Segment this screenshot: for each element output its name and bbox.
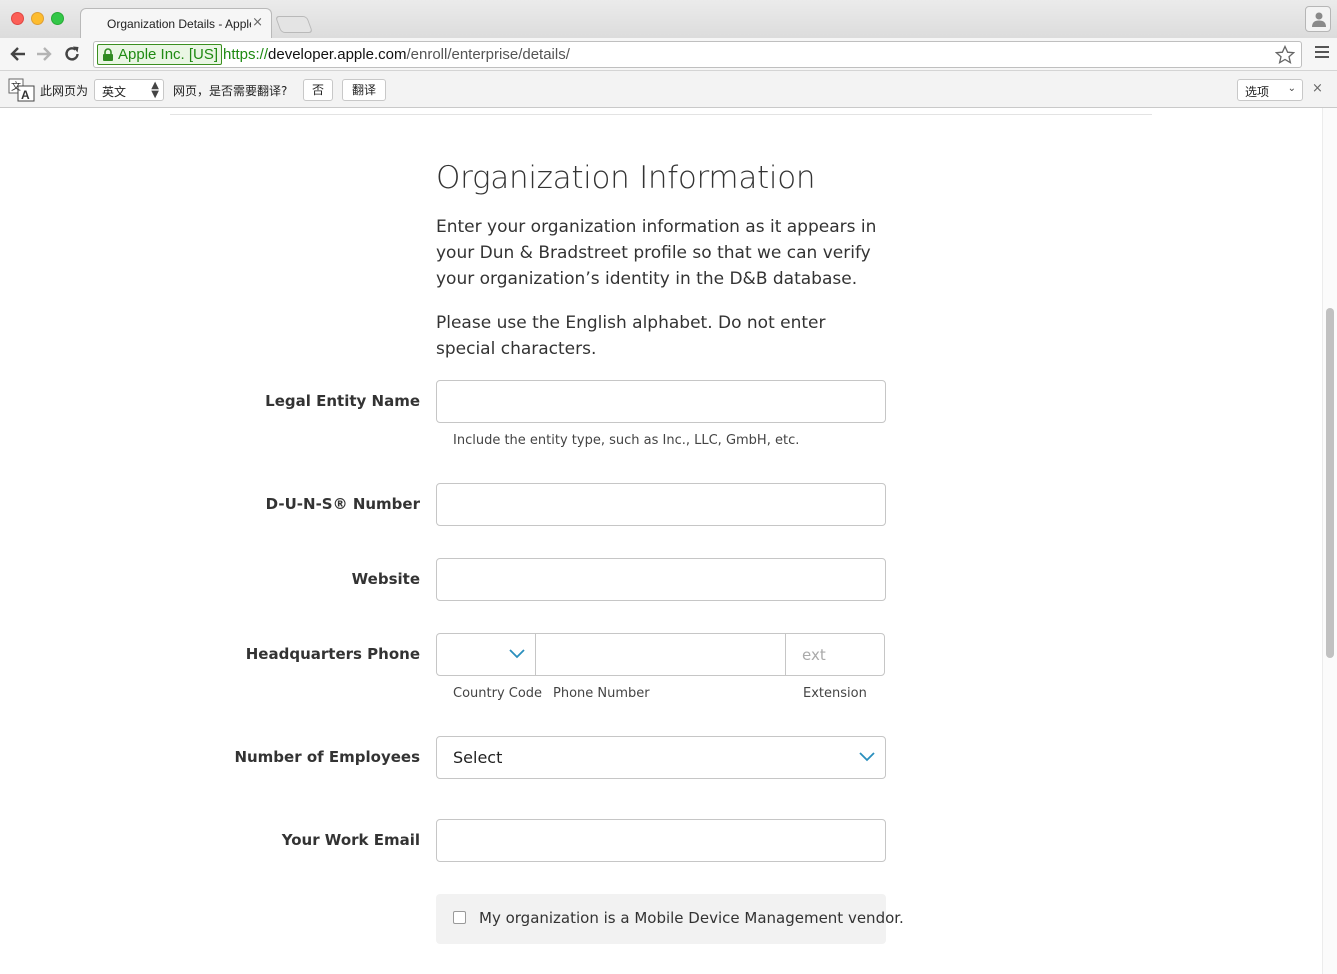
translate-options-label: 选项: [1245, 85, 1270, 99]
scrollbar-thumb[interactable]: [1326, 308, 1334, 658]
intro-paragraph: Enter your organization information as i…: [436, 217, 877, 289]
svg-text:A: A: [21, 88, 30, 102]
window-close-button[interactable]: [11, 12, 24, 25]
user-icon: [1312, 12, 1326, 27]
window-minimize-button[interactable]: [31, 12, 44, 25]
duns-label: D-U-N-S® Number: [265, 495, 420, 513]
phone-extension-placeholder: ext: [802, 646, 826, 664]
reload-icon[interactable]: [62, 44, 82, 64]
select-arrows-icon: ▲ ▼: [151, 80, 159, 100]
back-arrow-icon[interactable]: [8, 44, 28, 64]
url-scheme: https://: [223, 46, 269, 63]
employees-select-value: Select: [453, 748, 503, 767]
translate-close-icon[interactable]: ×: [1312, 81, 1323, 96]
browser-menu-icon[interactable]: [1315, 46, 1329, 60]
country-code-caption: Country Code: [453, 686, 543, 701]
translate-page-is-label: 此网页为: [40, 84, 89, 98]
website-label: Website: [351, 570, 420, 588]
work-email-input[interactable]: [436, 819, 886, 862]
page-viewport: Organization Information Enter your orga…: [0, 108, 1337, 974]
duns-input[interactable]: [436, 483, 886, 526]
chevron-down-icon: [859, 752, 875, 762]
page-title: Organization Information: [436, 160, 816, 196]
window-titlebar: Organization Details - Apple Developer ×: [0, 0, 1337, 38]
ev-certificate-badge[interactable]: Apple Inc. [US]: [97, 44, 223, 65]
legal-entity-label: Legal Entity Name: [265, 392, 420, 410]
legal-entity-input[interactable]: [436, 380, 886, 423]
employees-select[interactable]: Select: [436, 736, 886, 779]
browser-tab[interactable]: Organization Details - Apple Developer ×: [80, 8, 272, 38]
phone-number-input[interactable]: [536, 634, 786, 675]
window-maximize-button[interactable]: [51, 12, 64, 25]
chevron-down-icon: ⌄: [1287, 83, 1296, 94]
phone-label: Headquarters Phone: [245, 645, 420, 663]
translate-infobar: 文 A 此网页为 英文 ▲ ▼ 网页，是否需要翻译? 否 翻译 选项 ⌄ ×: [0, 71, 1337, 108]
chevron-down-icon: [509, 649, 525, 659]
tab-title: Organization Details - Apple Developer: [107, 17, 251, 31]
address-bar[interactable]: Apple Inc. [US] https://developer.apple.…: [93, 41, 1302, 68]
url-text: https://developer.apple.com/enroll/enter…: [223, 46, 570, 63]
translate-options-select[interactable]: 选项 ⌄: [1237, 79, 1303, 101]
translate-icon: 文 A: [8, 78, 35, 102]
url-path: /enroll/enterprise/details/: [406, 46, 570, 63]
forward-arrow-icon[interactable]: [34, 44, 54, 64]
tab-close-icon[interactable]: ×: [252, 15, 263, 30]
phone-number-caption: Phone Number: [553, 686, 650, 701]
mdm-vendor-option[interactable]: My organization is a Mobile Device Manag…: [436, 894, 904, 944]
website-input[interactable]: [436, 558, 886, 601]
country-code-select[interactable]: [437, 634, 536, 675]
mdm-vendor-checkbox[interactable]: [453, 911, 466, 924]
ev-certificate-text: Apple Inc. [US]: [118, 46, 219, 63]
translate-no-button[interactable]: 否: [303, 79, 333, 101]
employees-label: Number of Employees: [234, 748, 420, 766]
profile-button[interactable]: [1305, 6, 1331, 32]
url-host: developer.apple.com: [268, 46, 407, 63]
translate-button[interactable]: 翻译: [342, 79, 386, 101]
phone-input-group: ext: [436, 633, 885, 676]
browser-toolbar: Apple Inc. [US] https://developer.apple.…: [0, 38, 1337, 71]
legal-entity-hint: Include the entity type, such as Inc., L…: [453, 433, 800, 448]
bookmark-star-icon[interactable]: [1275, 45, 1295, 65]
lock-icon: [103, 48, 113, 61]
source-language-value: 英文: [102, 85, 127, 99]
alphabet-note: Please use the English alphabet. Do not …: [436, 313, 826, 359]
phone-extension-input[interactable]: ext: [786, 634, 884, 675]
work-email-label: Your Work Email: [281, 831, 420, 849]
extension-caption: Extension: [803, 686, 867, 701]
translate-question: 网页，是否需要翻译?: [173, 84, 288, 98]
svg-text:文: 文: [11, 80, 21, 93]
new-tab-button[interactable]: [274, 16, 314, 33]
mdm-vendor-label[interactable]: My organization is a Mobile Device Manag…: [479, 909, 904, 927]
header-divider: [170, 114, 1152, 115]
source-language-select[interactable]: 英文 ▲ ▼: [94, 79, 164, 101]
